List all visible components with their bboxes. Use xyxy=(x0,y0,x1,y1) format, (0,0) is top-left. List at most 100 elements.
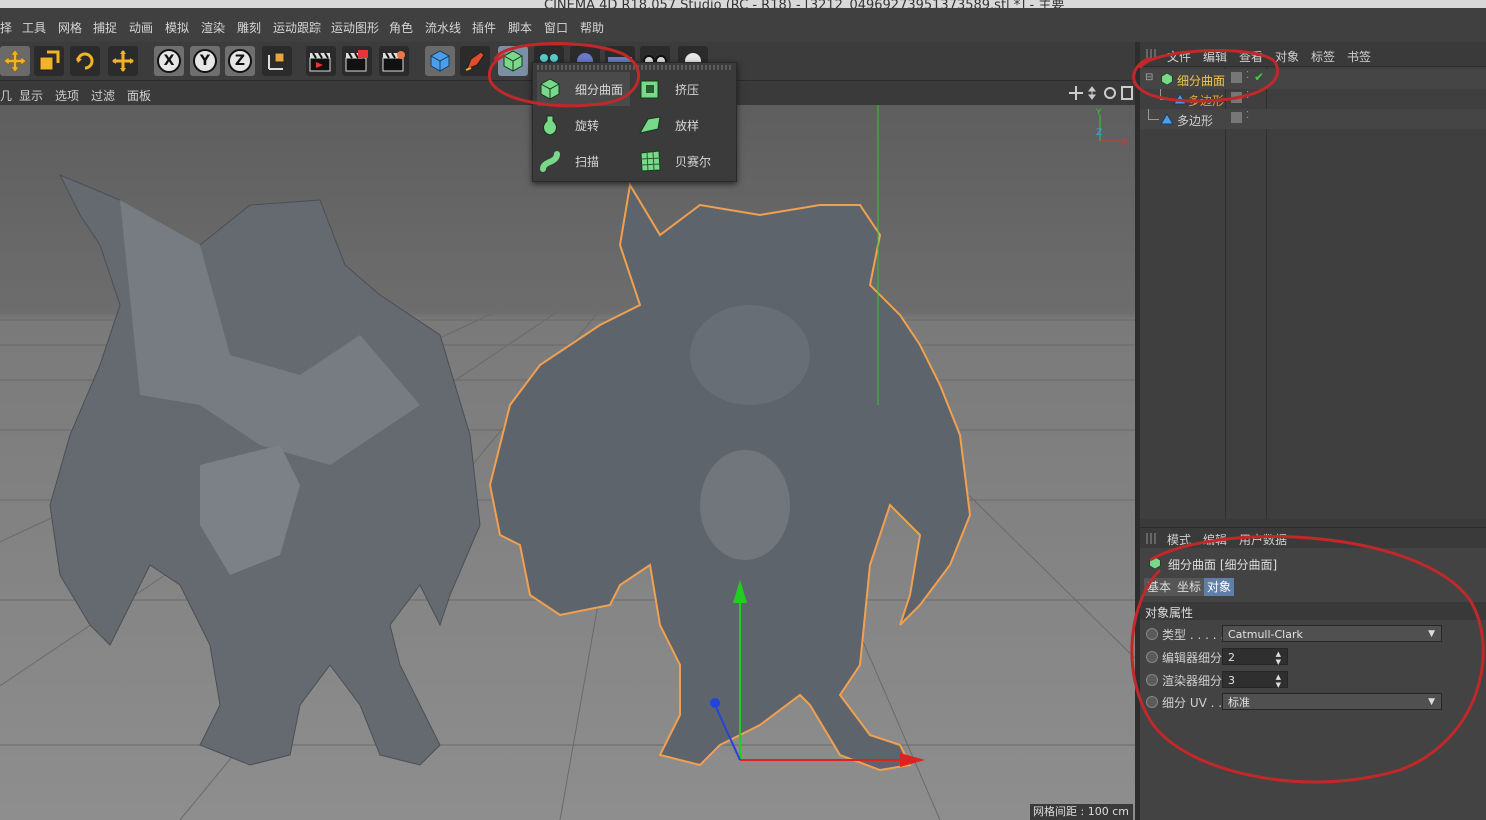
viewport-menu-item[interactable]: 显示 xyxy=(19,87,43,104)
live-selection-button[interactable] xyxy=(108,46,138,76)
om-menu-item[interactable]: 对象 xyxy=(1275,48,1299,65)
type-dropdown[interactable]: Catmull-Clark ▼ xyxy=(1222,625,1442,642)
menu-item[interactable]: 帮助 xyxy=(580,19,604,36)
z-axis-icon: Z xyxy=(228,49,252,73)
rotate-tool-button[interactable] xyxy=(70,46,100,76)
subdivide-uv-dropdown[interactable]: 标准 ▼ xyxy=(1222,693,1442,710)
menu-item[interactable]: 运动图形 xyxy=(331,19,379,36)
dropdown-value: Catmull-Clark xyxy=(1228,628,1303,641)
cube-button[interactable] xyxy=(425,46,455,76)
object-row-subdivision-surface[interactable]: ⊟ 细分曲面 ⁚ ✔ xyxy=(1140,69,1486,89)
grid-spacing-status: 网格间距 : 100 cm xyxy=(1030,804,1133,820)
om-menu-item[interactable]: 文件 xyxy=(1167,48,1191,65)
viewport-menu-item[interactable]: 选项 xyxy=(55,87,79,104)
popup-item-label: 放样 xyxy=(675,118,700,133)
title-bar: CINEMA 4D R18.057 Studio (RC - R18) - [3… xyxy=(0,0,1486,8)
menu-item[interactable]: 捕捉 xyxy=(93,19,117,36)
pen-tool-button[interactable] xyxy=(460,46,490,76)
popup-item-label: 扫描 xyxy=(575,154,600,169)
menu-item[interactable]: 窗口 xyxy=(544,19,568,36)
popup-grip[interactable] xyxy=(537,65,732,70)
scale-tool-button[interactable] xyxy=(34,46,64,76)
menu-item[interactable]: 脚本 xyxy=(508,19,532,36)
menu-item[interactable]: 流水线 xyxy=(425,19,461,36)
popup-item-extrude[interactable]: 挤压 xyxy=(637,72,732,106)
render-view-button[interactable] xyxy=(306,46,336,76)
visibility-dots-icon[interactable]: ⁚ xyxy=(1246,110,1249,121)
popup-item-sweep[interactable]: 扫描 xyxy=(537,144,630,178)
menu-item[interactable]: 插件 xyxy=(472,19,496,36)
menu-item[interactable]: 网格 xyxy=(58,19,82,36)
visibility-dots-icon[interactable]: ⁚ xyxy=(1246,90,1249,101)
menu-item[interactable]: 运动跟踪 xyxy=(273,19,321,36)
object-name[interactable]: 多边形 xyxy=(1188,92,1224,109)
svg-text:X: X xyxy=(1122,138,1128,148)
render-settings-button[interactable] xyxy=(379,46,409,76)
animate-radio[interactable] xyxy=(1146,696,1158,708)
layer-swatch-icon[interactable] xyxy=(1231,112,1242,123)
am-menu-item[interactable]: 编辑 xyxy=(1203,531,1227,548)
subdivision-surface-button[interactable] xyxy=(498,46,528,76)
tab-coordinates[interactable]: 坐标 xyxy=(1174,578,1205,596)
stepper-arrows-icon[interactable]: ▲ ▼ xyxy=(1276,673,1281,689)
menu-item[interactable]: 择 xyxy=(0,19,12,36)
viewport-menu-item[interactable]: 几 xyxy=(0,87,12,104)
object-name[interactable]: 细分曲面 xyxy=(1177,72,1225,89)
viewport-menu-item[interactable]: 过滤 xyxy=(91,87,115,104)
3d-viewport[interactable]: Z X Y xyxy=(0,105,1135,820)
render-picture-viewer-button[interactable] xyxy=(342,46,372,76)
object-row-polygon-child[interactable]: 多边形 ⁚ xyxy=(1140,89,1486,109)
enabled-check-icon[interactable]: ✔ xyxy=(1254,70,1264,84)
property-type: 类型 . . . . . Catmull-Clark ▼ xyxy=(1140,624,1486,644)
viewport-menu-item[interactable]: 面板 xyxy=(127,87,151,104)
move-arrows-icon xyxy=(3,49,27,73)
am-menu-item[interactable]: 模式 xyxy=(1167,531,1191,548)
layer-swatch-icon[interactable] xyxy=(1231,92,1242,103)
popup-item-label: 贝赛尔 xyxy=(675,154,712,169)
animate-radio[interactable] xyxy=(1146,651,1158,663)
om-menu-item[interactable]: 查看 xyxy=(1239,48,1263,65)
y-axis-button[interactable]: Y xyxy=(190,46,220,76)
collapse-toggle-icon[interactable]: ⊟ xyxy=(1145,72,1153,83)
coordinate-system-button[interactable] xyxy=(262,46,292,76)
editor-subdivision-input[interactable]: 2 ▲ ▼ xyxy=(1222,648,1288,666)
generator-popup-menu: 细分曲面 挤压 旋转 放样 扫描 贝赛尔 xyxy=(532,62,737,182)
visibility-dots-icon[interactable]: ⁚ xyxy=(1246,70,1249,81)
window-title: CINEMA 4D R18.057 Studio (RC - R18) - [3… xyxy=(544,0,1065,8)
bezier-icon xyxy=(637,148,663,174)
layer-swatch-icon[interactable] xyxy=(1231,72,1242,83)
panel-grip-icon[interactable] xyxy=(1146,49,1158,60)
subdivision-surface-icon xyxy=(537,76,563,102)
om-menu-item[interactable]: 书签 xyxy=(1347,48,1371,65)
popup-item-lathe[interactable]: 旋转 xyxy=(537,108,630,142)
popup-item-label: 细分曲面 xyxy=(575,82,624,97)
viewport-navigation-icons[interactable] xyxy=(1068,85,1134,101)
menu-item[interactable]: 渲染 xyxy=(201,19,225,36)
om-menu-item[interactable]: 编辑 xyxy=(1203,48,1227,65)
object-properties-section: 对象属性 xyxy=(1140,602,1486,620)
am-menu-item[interactable]: 用户数据 xyxy=(1239,531,1287,548)
menu-item[interactable]: 雕刻 xyxy=(237,19,261,36)
animate-radio[interactable] xyxy=(1146,628,1158,640)
tab-basic[interactable]: 基本 xyxy=(1144,578,1175,596)
x-axis-button[interactable]: X xyxy=(154,46,184,76)
panel-grip-icon[interactable] xyxy=(1146,533,1158,544)
move-tool-button[interactable] xyxy=(0,46,30,76)
animate-radio[interactable] xyxy=(1146,674,1158,686)
menu-item[interactable]: 工具 xyxy=(22,19,46,36)
object-row-polygon[interactable]: 多边形 ⁚ xyxy=(1140,109,1486,129)
menu-item[interactable]: 模拟 xyxy=(165,19,189,36)
stepper-arrows-icon[interactable]: ▲ ▼ xyxy=(1276,650,1281,666)
popup-item-loft[interactable]: 放样 xyxy=(637,108,732,142)
om-menu-item[interactable]: 标签 xyxy=(1311,48,1335,65)
tree-connector xyxy=(1160,89,1171,100)
lathe-icon xyxy=(537,112,563,138)
object-name[interactable]: 多边形 xyxy=(1177,112,1213,129)
z-axis-button[interactable]: Z xyxy=(225,46,255,76)
tab-object[interactable]: 对象 xyxy=(1204,578,1235,596)
render-subdivision-input[interactable]: 3 ▲ ▼ xyxy=(1222,671,1288,689)
popup-item-subdivision-surface[interactable]: 细分曲面 xyxy=(537,72,630,106)
menu-item[interactable]: 动画 xyxy=(129,19,153,36)
menu-item[interactable]: 角色 xyxy=(389,19,413,36)
popup-item-bezier[interactable]: 贝赛尔 xyxy=(637,144,732,178)
